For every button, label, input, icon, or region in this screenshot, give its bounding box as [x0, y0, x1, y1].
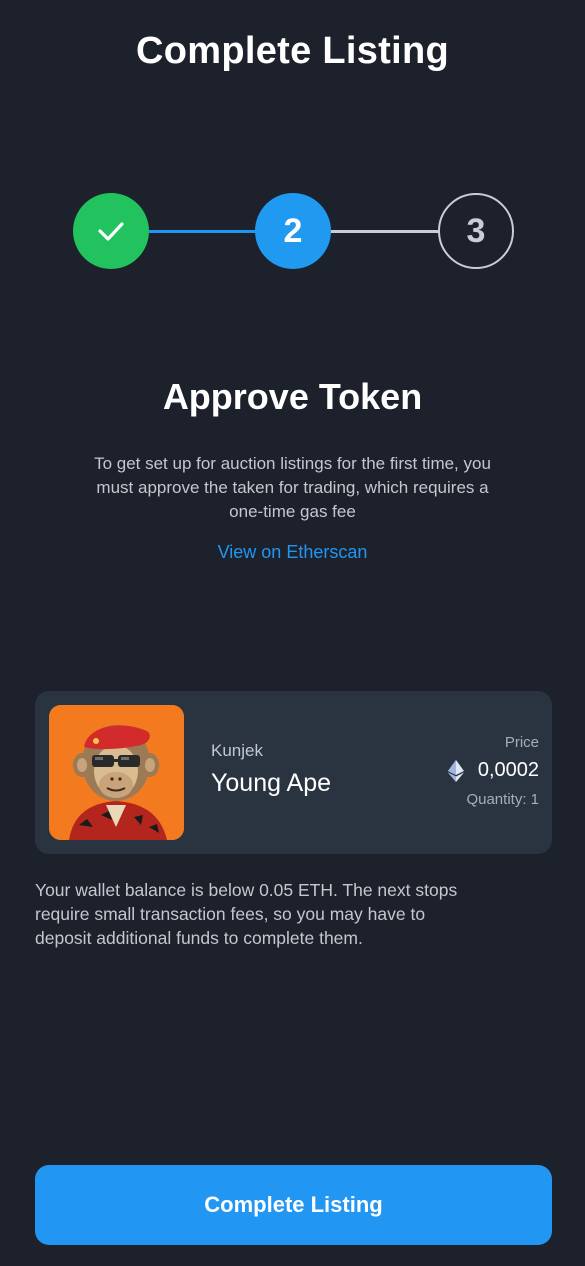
warning-line: require small transaction fees, so you m… [35, 904, 426, 924]
price-value: 0,0002 [477, 759, 539, 781]
collection-name: Kunjek [211, 741, 263, 760]
view-on-etherscan-link[interactable]: View on Etherscan [0, 542, 585, 563]
warning-line: Your wallet balance is below 0.05 ETH. T… [35, 880, 458, 900]
step-1-completed [73, 193, 149, 269]
check-icon [96, 219, 126, 243]
stepper-connector-completed [149, 230, 257, 233]
listing-item-card: Kunjek Young Ape Price 0,0002 Quantity: … [35, 691, 552, 854]
description-line: one-time gas fee [229, 502, 356, 521]
price-label: Price [504, 734, 539, 751]
step-3-upcoming: 3 [438, 193, 514, 269]
approve-description: To get set up for auction listings for t… [45, 452, 540, 524]
step-2-active: 2 [255, 193, 331, 269]
description-line: must approve the taken for trading, whic… [96, 478, 489, 497]
wallet-balance-warning: Your wallet balance is below 0.05 ETH. T… [35, 878, 535, 950]
nft-thumbnail [49, 705, 184, 840]
price-row: 0,0002 [447, 759, 539, 782]
page-title: Complete Listing [135, 30, 450, 72]
ethereum-icon [447, 759, 464, 782]
quantity-label: Quantity: 1 [466, 791, 539, 808]
description-line: To get set up for auction listings for t… [94, 454, 491, 473]
item-name: Young Ape [211, 769, 332, 797]
section-title: Approve Token [162, 376, 423, 417]
progress-stepper: 2 3 [0, 193, 585, 271]
warning-line: deposit additional funds to complete the… [35, 928, 363, 948]
stepper-connector-upcoming [330, 230, 439, 233]
complete-listing-button[interactable]: Complete Listing [35, 1165, 552, 1245]
